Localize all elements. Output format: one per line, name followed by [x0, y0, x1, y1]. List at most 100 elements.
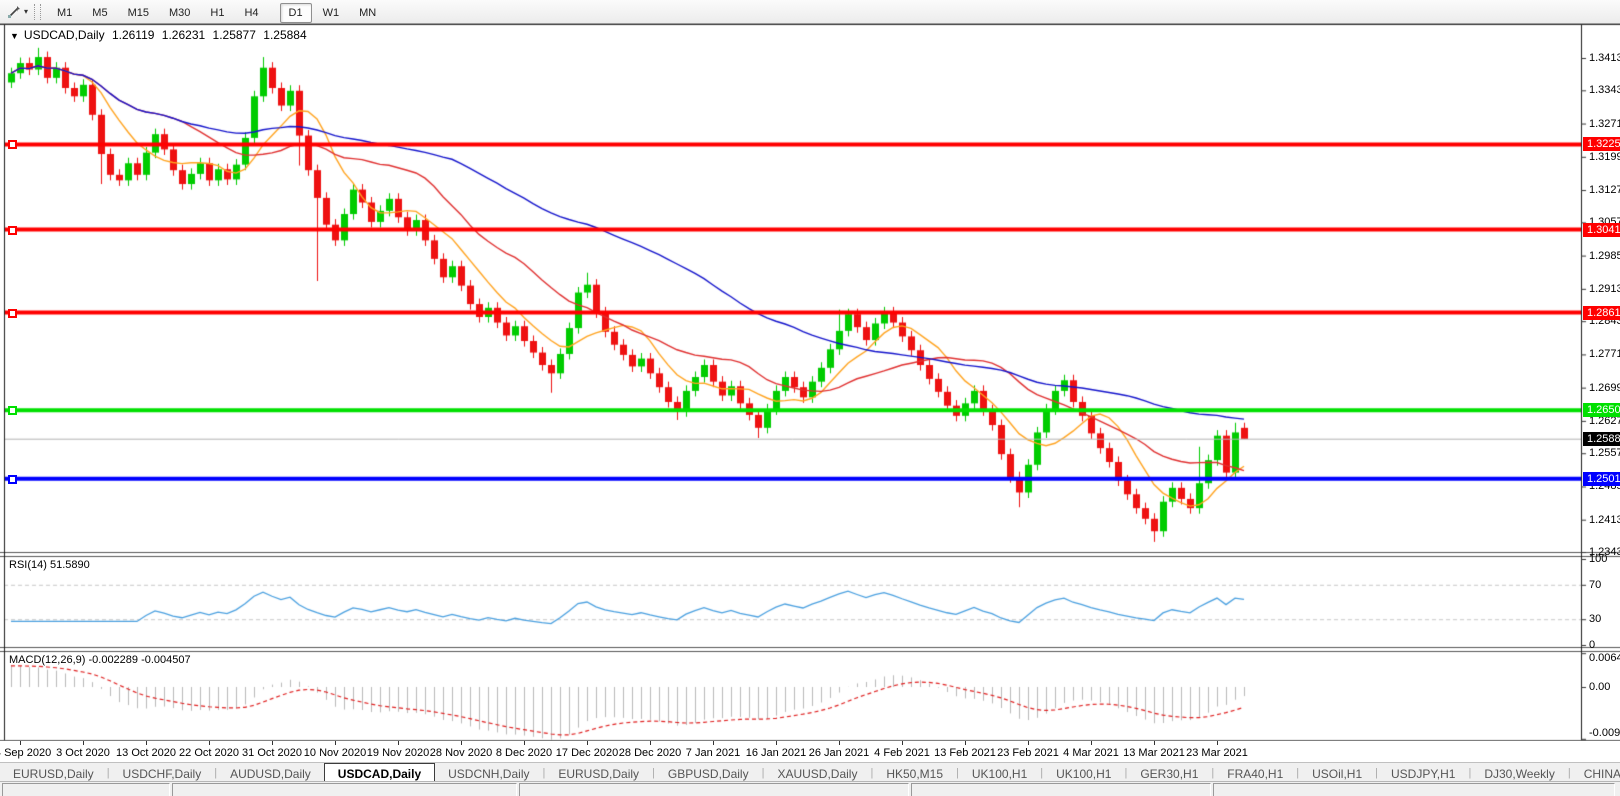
- date-tick-label: 31 Oct 2020: [242, 747, 302, 759]
- date-tick-label: 19 Nov 2020: [367, 747, 429, 759]
- quote-close: 1.25884: [263, 28, 306, 42]
- panel-splitter-rsi[interactable]: [0, 552, 1620, 556]
- macd-signal-value: -0.004507: [141, 654, 191, 666]
- timeframe-button-mn[interactable]: MN: [350, 3, 385, 23]
- price-tick-label: 1.29850: [1589, 250, 1620, 262]
- date-tick-label: 23 Mar 2021: [1186, 747, 1248, 759]
- date-tick-mark: [146, 741, 147, 745]
- date-tick-mark: [398, 741, 399, 745]
- price-tick-label: 1.32710: [1589, 118, 1620, 130]
- timeframe-button-h1[interactable]: H1: [201, 3, 233, 23]
- macd-value: -0.002289: [88, 654, 138, 666]
- date-tick-mark: [272, 741, 273, 745]
- macd-tick-label: 0.00: [1589, 681, 1620, 693]
- tab-gbpusd-daily[interactable]: GBPUSD,Daily: [655, 763, 762, 782]
- price-tick-label: 1.29130: [1589, 283, 1620, 295]
- price-line-badge: 1.25019: [1583, 472, 1620, 486]
- tab-ger30-h1[interactable]: GER30,H1: [1127, 763, 1211, 782]
- mt4-window: ▾ M1M5M15M30H1H4 D1W1MN ▼ USDCAD,Daily 1.2…: [0, 0, 1620, 796]
- timeframe-button-m15[interactable]: M15: [119, 3, 158, 23]
- timeframe-button-m30[interactable]: M30: [160, 3, 199, 23]
- status-segment: [1213, 783, 1615, 796]
- date-tick-label: 8 Dec 2020: [496, 747, 552, 759]
- tab-china300-h1[interactable]: CHINA300,H1: [1571, 763, 1620, 782]
- date-tick-mark: [335, 741, 336, 745]
- price-tick-label: 1.34130: [1589, 52, 1620, 64]
- status-segment: [911, 783, 1211, 796]
- toolbar-grip[interactable]: [34, 4, 41, 20]
- tab-eurusd-daily[interactable]: EURUSD,Daily: [0, 763, 107, 782]
- date-tick-label: 13 Oct 2020: [116, 747, 176, 759]
- hline-drag-handle[interactable]: [8, 309, 17, 318]
- date-tick-label: 7 Jan 2021: [686, 747, 740, 759]
- tab-usdchf-daily[interactable]: USDCHF,Daily: [110, 763, 215, 782]
- timeframe-button-d1[interactable]: D1: [280, 3, 312, 23]
- tab-hk50-m15[interactable]: HK50,M15: [873, 763, 956, 782]
- chart-tab-bar: EURUSD,Daily|USDCHF,Daily|AUDUSD,DailyUS…: [0, 762, 1620, 782]
- date-tick-label: 24 Sep 2020: [0, 747, 51, 759]
- status-bar: [0, 781, 1620, 796]
- tab-audusd-daily[interactable]: AUDUSD,Daily: [217, 763, 324, 782]
- price-line-badge: 1.30415: [1583, 223, 1620, 237]
- date-tick-label: 17 Dec 2020: [556, 747, 618, 759]
- price-line-badge: 1.32258: [1583, 137, 1620, 151]
- panel-splitter-macd[interactable]: [0, 647, 1620, 651]
- hline-drag-handle[interactable]: [8, 406, 17, 415]
- hline-drag-handle[interactable]: [8, 475, 17, 484]
- tool-dropdown-caret[interactable]: ▾: [24, 7, 28, 16]
- date-axis: 24 Sep 20203 Oct 202013 Oct 202022 Oct 2…: [0, 741, 1620, 762]
- timeframe-button-w1[interactable]: W1: [314, 3, 349, 23]
- macd-tick-label: 0.006444: [1589, 652, 1620, 664]
- date-tick-label: 4 Mar 2021: [1063, 747, 1119, 759]
- timeframe-buttons: M1M5M15M30H1H4 D1W1MN: [47, 3, 396, 21]
- date-tick-label: 28 Nov 2020: [430, 747, 492, 759]
- date-tick-mark: [650, 741, 651, 745]
- price-tick-label: 1.27710: [1589, 348, 1620, 360]
- rsi-tick-label: 30: [1589, 613, 1620, 625]
- tab-dj30-weekly[interactable]: DJ30,Weekly: [1471, 763, 1567, 782]
- tab-usdcnh-daily[interactable]: USDCNH,Daily: [435, 763, 542, 782]
- date-tick-mark: [587, 741, 588, 745]
- date-tick-mark: [776, 741, 777, 745]
- date-tick-mark: [1217, 741, 1218, 745]
- date-tick-mark: [83, 741, 84, 745]
- collapse-triangle-icon[interactable]: ▼: [10, 31, 19, 41]
- tab-xauusd-daily[interactable]: XAUUSD,Daily: [764, 763, 870, 782]
- price-chart-canvas[interactable]: [0, 0, 1620, 796]
- date-tick-mark: [461, 741, 462, 745]
- timeframe-button-m5[interactable]: M5: [83, 3, 116, 23]
- tab-usdjpy-h1[interactable]: USDJPY,H1: [1378, 763, 1468, 782]
- tab-usoil-h1[interactable]: USOil,H1: [1299, 763, 1375, 782]
- price-line-badge: 1.26503: [1583, 403, 1620, 417]
- chart-tabs: EURUSD,Daily|USDCHF,Daily|AUDUSD,DailyUS…: [0, 763, 1620, 782]
- date-tick-label: 13 Mar 2021: [1123, 747, 1185, 759]
- date-tick-label: 10 Nov 2020: [304, 747, 366, 759]
- tab-fra40-h1[interactable]: FRA40,H1: [1214, 763, 1296, 782]
- hline-drag-handle[interactable]: [8, 140, 17, 149]
- tab-usdcad-daily[interactable]: USDCAD,Daily: [324, 763, 435, 782]
- timeframe-button-m1[interactable]: M1: [48, 3, 81, 23]
- date-tick-label: 16 Jan 2021: [746, 747, 807, 759]
- tab-uk100-h1[interactable]: UK100,H1: [1043, 763, 1124, 782]
- date-tick-mark: [1091, 741, 1092, 745]
- tab-eurusd-daily[interactable]: EURUSD,Daily: [545, 763, 652, 782]
- date-tick-mark: [20, 741, 21, 745]
- date-tick-mark: [1028, 741, 1029, 745]
- price-line-badge: 1.28616: [1583, 306, 1620, 320]
- date-tick-label: 26 Jan 2021: [809, 747, 870, 759]
- rsi-indicator-label: RSI(14) 51.5890: [9, 559, 90, 571]
- date-tick-mark: [902, 741, 903, 745]
- tab-uk100-h1[interactable]: UK100,H1: [959, 763, 1040, 782]
- date-tick-label: 28 Dec 2020: [619, 747, 681, 759]
- timeframe-button-h4[interactable]: H4: [235, 3, 267, 23]
- status-segment: [2, 783, 170, 796]
- draw-cursor-icon[interactable]: [4, 3, 24, 21]
- price-tick-label: 1.31270: [1589, 184, 1620, 196]
- timeframe-toolbar: ▾ M1M5M15M30H1H4 D1W1MN: [0, 0, 1620, 24]
- price-tick-label: 1.33430: [1589, 84, 1620, 96]
- date-tick-label: 23 Feb 2021: [997, 747, 1059, 759]
- hline-drag-handle[interactable]: [8, 226, 17, 235]
- symbol-name: USDCAD,Daily: [24, 28, 105, 42]
- rsi-value: 51.5890: [50, 559, 90, 571]
- date-tick-label: 22 Oct 2020: [179, 747, 239, 759]
